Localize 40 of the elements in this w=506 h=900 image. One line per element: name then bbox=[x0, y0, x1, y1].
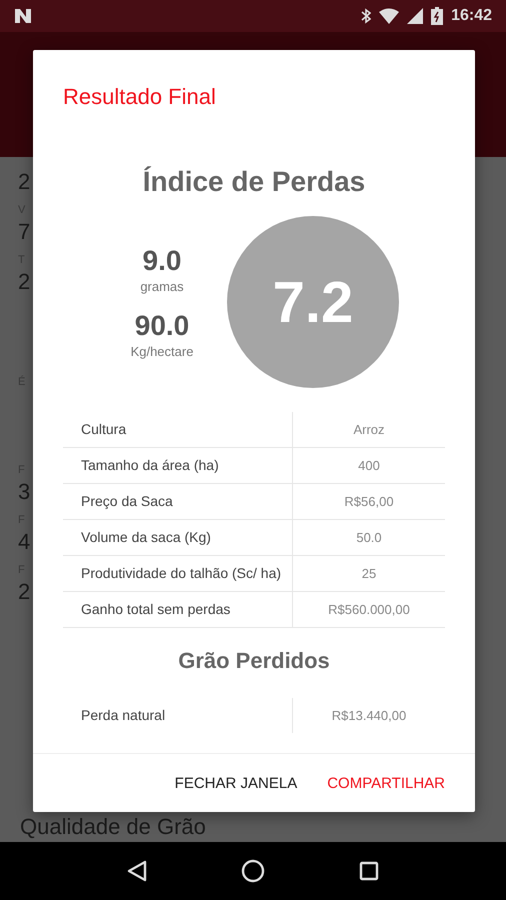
back-icon[interactable] bbox=[127, 860, 147, 882]
table-label: Produtividade do talhão (Sc/ ha) bbox=[80, 564, 282, 584]
table-value: R$560.000,00 bbox=[292, 592, 445, 627]
recents-icon[interactable] bbox=[359, 861, 379, 881]
section-heading: Grão Perdidos bbox=[178, 648, 330, 674]
table-value: 50.0 bbox=[292, 520, 445, 555]
stat-value: 90.0 bbox=[134, 310, 190, 342]
stat-value: 9.0 bbox=[142, 245, 182, 277]
dialog-button[interactable]: COMPARTILHAR bbox=[327, 768, 445, 798]
status-time: 16:42 bbox=[451, 7, 492, 25]
dialog-button[interactable]: FECHAR JANELA bbox=[174, 768, 298, 798]
bluetooth-icon bbox=[361, 8, 372, 24]
signal-icon bbox=[407, 8, 424, 24]
stat-unit: Kg/hectare bbox=[130, 344, 194, 359]
background-text: 2 bbox=[18, 581, 30, 606]
index-heading: Índice de Perdas bbox=[142, 166, 366, 198]
table-label: Perda natural bbox=[80, 706, 166, 726]
wifi-icon bbox=[379, 8, 400, 24]
table-value: 25 bbox=[292, 556, 445, 591]
battery-icon bbox=[431, 7, 444, 25]
table-value: Arroz bbox=[292, 412, 445, 447]
background-text: 7 bbox=[18, 221, 30, 246]
table-label: Volume da saca (Kg) bbox=[80, 528, 212, 548]
section-heading: Qualidade de Grão bbox=[20, 814, 206, 840]
table-value: 400 bbox=[292, 448, 445, 483]
notification-icon bbox=[14, 8, 32, 24]
table-label: Ganho total sem perdas bbox=[80, 600, 232, 620]
table-label: Preço da Saca bbox=[80, 492, 174, 512]
table-value: R$56,00 bbox=[292, 484, 445, 519]
background-text: 4 bbox=[18, 531, 30, 556]
table-label: Cultura bbox=[80, 420, 128, 440]
table-label: Tamanho da área (ha) bbox=[80, 456, 220, 476]
background-text: 3 bbox=[18, 481, 30, 506]
background-text: 2 bbox=[18, 271, 30, 296]
table-value: R$13.440,00 bbox=[292, 698, 445, 733]
stat-unit: gramas bbox=[140, 279, 184, 294]
home-icon[interactable] bbox=[241, 859, 265, 883]
index-circle: 7.2 bbox=[227, 216, 399, 388]
background-text: 2 bbox=[18, 171, 30, 196]
dialog-title: Resultado Final bbox=[63, 84, 217, 110]
